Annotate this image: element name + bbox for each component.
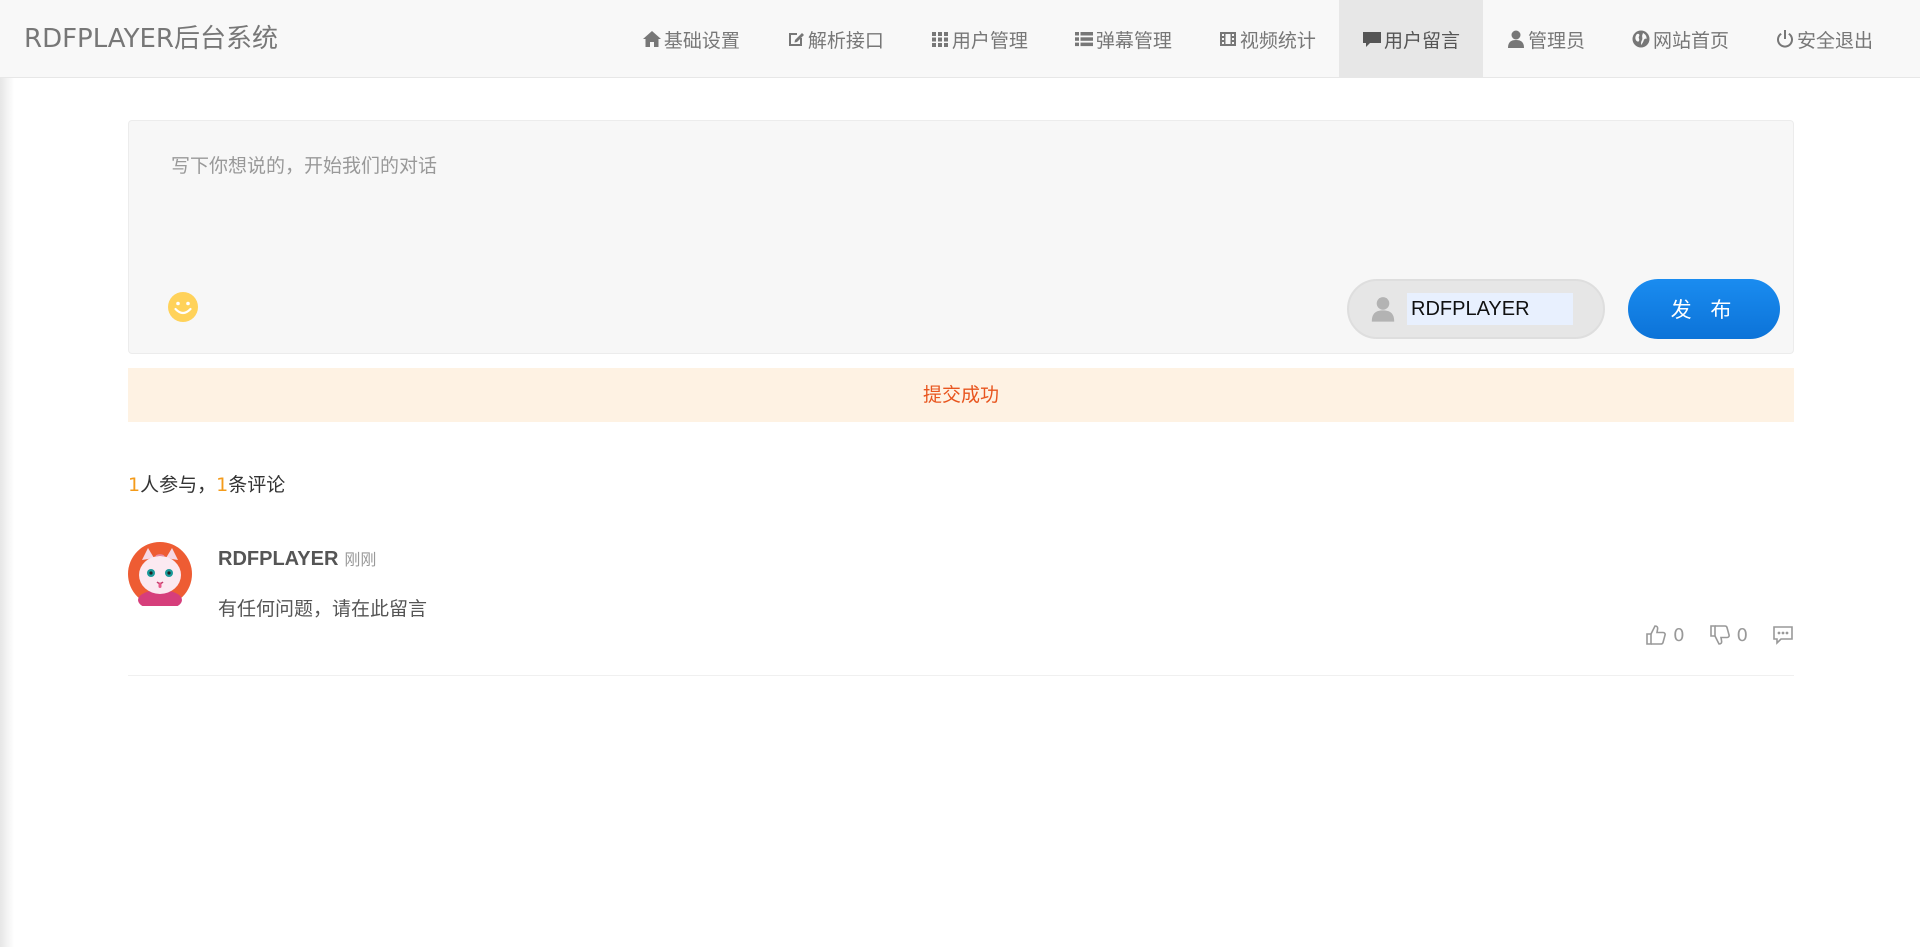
- home-icon: [642, 31, 661, 47]
- comment-actions: 0 0: [1621, 624, 1794, 646]
- nav-item-parse-api[interactable]: 解析接口: [763, 0, 907, 78]
- nav-item-logout[interactable]: 安全退出: [1752, 0, 1896, 78]
- nav-item-label: 用户留言: [1383, 29, 1460, 52]
- nav-menu: 基础设置 解析接口 用户管理 弹幕管理 视频统计 用户留言 管理员 网站首页 安…: [619, 0, 1896, 78]
- list-icon: [1074, 32, 1093, 47]
- nav-item-video-stats[interactable]: 视频统计: [1195, 0, 1339, 78]
- nav-item-admin[interactable]: 管理员: [1483, 0, 1608, 78]
- globe-icon: [1632, 30, 1650, 48]
- user-icon: [1507, 30, 1524, 48]
- participants-label: 人参与，: [140, 474, 217, 496]
- nav-item-label: 基础设置: [663, 29, 740, 52]
- comment-composer: 发 布: [128, 120, 1794, 354]
- comment-icon: [1362, 32, 1381, 47]
- top-navbar: RDFPLAYER后台系统 基础设置 解析接口 用户管理 弹幕管理 视频统计 用…: [0, 0, 1920, 78]
- power-icon: [1776, 30, 1793, 48]
- success-alert: 提交成功: [128, 368, 1794, 422]
- dislike-count: 0: [1736, 624, 1748, 646]
- nav-item-label: 网站首页: [1652, 29, 1729, 52]
- nav-item-label: 用户管理: [951, 29, 1028, 52]
- like-button[interactable]: 0: [1645, 624, 1685, 646]
- participant-count: 1: [128, 474, 141, 496]
- nav-item-label: 解析接口: [807, 29, 884, 52]
- nav-item-label: 管理员: [1527, 29, 1585, 52]
- dislike-button[interactable]: 0: [1709, 624, 1748, 646]
- nickname-box: [1347, 279, 1605, 339]
- nav-item-label: 视频统计: [1239, 29, 1316, 52]
- nav-item-basic-settings[interactable]: 基础设置: [619, 0, 763, 78]
- brand-title[interactable]: RDFPLAYER后台系统: [24, 0, 278, 78]
- emoji-icon[interactable]: [167, 291, 199, 323]
- nav-item-danmaku-management[interactable]: 弹幕管理: [1051, 0, 1195, 78]
- user-icon: [1371, 297, 1395, 322]
- nav-item-site-home[interactable]: 网站首页: [1608, 0, 1752, 78]
- comment-author: RDFPLAYER 刚刚: [218, 546, 376, 571]
- nickname-input[interactable]: [1407, 293, 1573, 325]
- avatar[interactable]: [128, 542, 192, 606]
- nav-item-label: 弹幕管理: [1095, 29, 1172, 52]
- thumbs-down-icon: [1709, 625, 1730, 645]
- author-name: RDFPLAYER: [218, 548, 339, 570]
- like-count: 0: [1673, 624, 1685, 646]
- film-icon: [1219, 32, 1236, 46]
- reply-icon: [1773, 626, 1793, 645]
- edit-icon: [788, 33, 804, 46]
- left-shadow: [0, 0, 14, 947]
- nav-item-user-messages[interactable]: 用户留言: [1338, 0, 1483, 78]
- nav-item-label: 安全退出: [1796, 29, 1873, 52]
- comment-time: 刚刚: [344, 550, 377, 569]
- comment-text: 有任何问题，请在此留言: [218, 598, 428, 620]
- comment-stats: 1人参与，1条评论: [128, 470, 285, 497]
- reply-button[interactable]: [1772, 624, 1794, 646]
- publish-button[interactable]: 发 布: [1628, 279, 1780, 339]
- comment-count: 1: [216, 474, 229, 496]
- comments-label: 条评论: [228, 474, 286, 496]
- comment-item: RDFPLAYER 刚刚 有任何问题，请在此留言 0 0: [128, 542, 1794, 676]
- grid-icon: [931, 32, 948, 47]
- comment-textarea[interactable]: [129, 121, 1793, 271]
- thumbs-up-icon: [1646, 625, 1667, 645]
- nav-item-user-management[interactable]: 用户管理: [907, 0, 1051, 78]
